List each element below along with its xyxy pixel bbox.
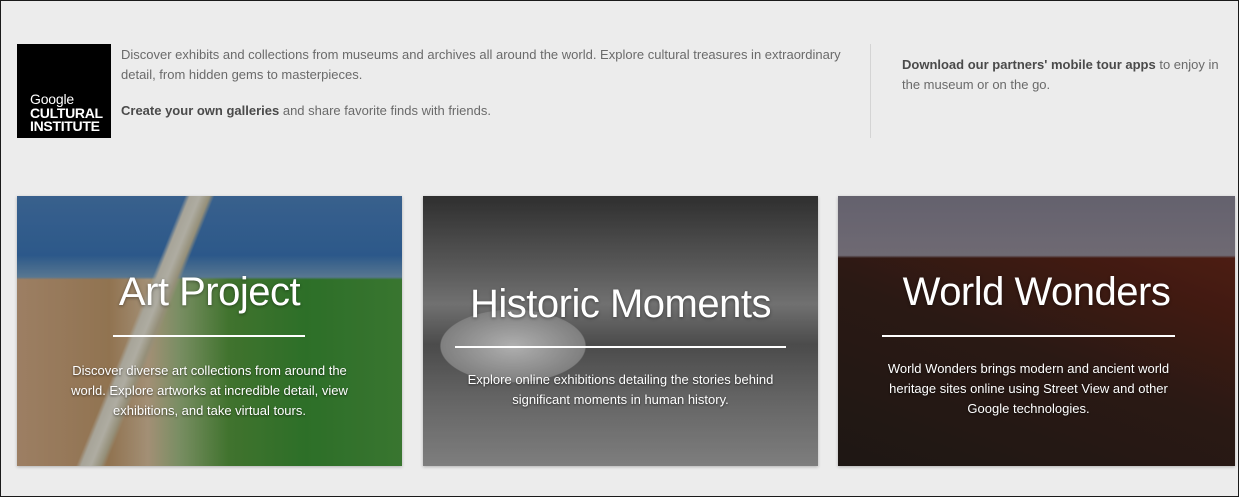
title-underline	[113, 335, 305, 337]
google-cultural-institute-logo[interactable]: Google CULTURAL INSTITUTE	[17, 44, 111, 138]
card-art-project[interactable]: Art Project Discover diverse art collect…	[17, 196, 402, 466]
card-description: Discover diverse art collections from ar…	[71, 363, 348, 418]
create-galleries-link[interactable]: Create your own galleries	[121, 103, 279, 118]
intro-paragraph: Discover exhibits and collections from m…	[121, 47, 841, 82]
card-description: World Wonders brings modern and ancient …	[887, 361, 1170, 416]
page-frame: Google CULTURAL INSTITUTE Discover exhib…	[0, 0, 1239, 497]
header-divider	[870, 44, 871, 138]
card-title: Art Project	[118, 270, 301, 314]
card-title: Historic Moments	[470, 282, 771, 326]
download-apps-link[interactable]: Download our partners' mobile tour apps	[902, 57, 1156, 72]
galleries-paragraph: Create your own galleries and share favo…	[121, 103, 491, 118]
card-world-wonders[interactable]: World Wonders World Wonders brings moder…	[838, 196, 1235, 466]
title-underline	[882, 335, 1175, 337]
intro-text: Discover exhibits and collections from m…	[121, 45, 841, 121]
card-historic-moments[interactable]: Historic Moments Explore online exhibiti…	[423, 196, 818, 466]
card-description: Explore online exhibitions detailing the…	[467, 372, 774, 407]
card-title: World Wonders	[902, 270, 1171, 314]
logo-cultural-institute-text: CULTURAL INSTITUTE	[30, 105, 103, 134]
title-underline	[455, 346, 786, 348]
mobile-apps-text: Download our partners' mobile tour apps …	[902, 57, 1219, 92]
